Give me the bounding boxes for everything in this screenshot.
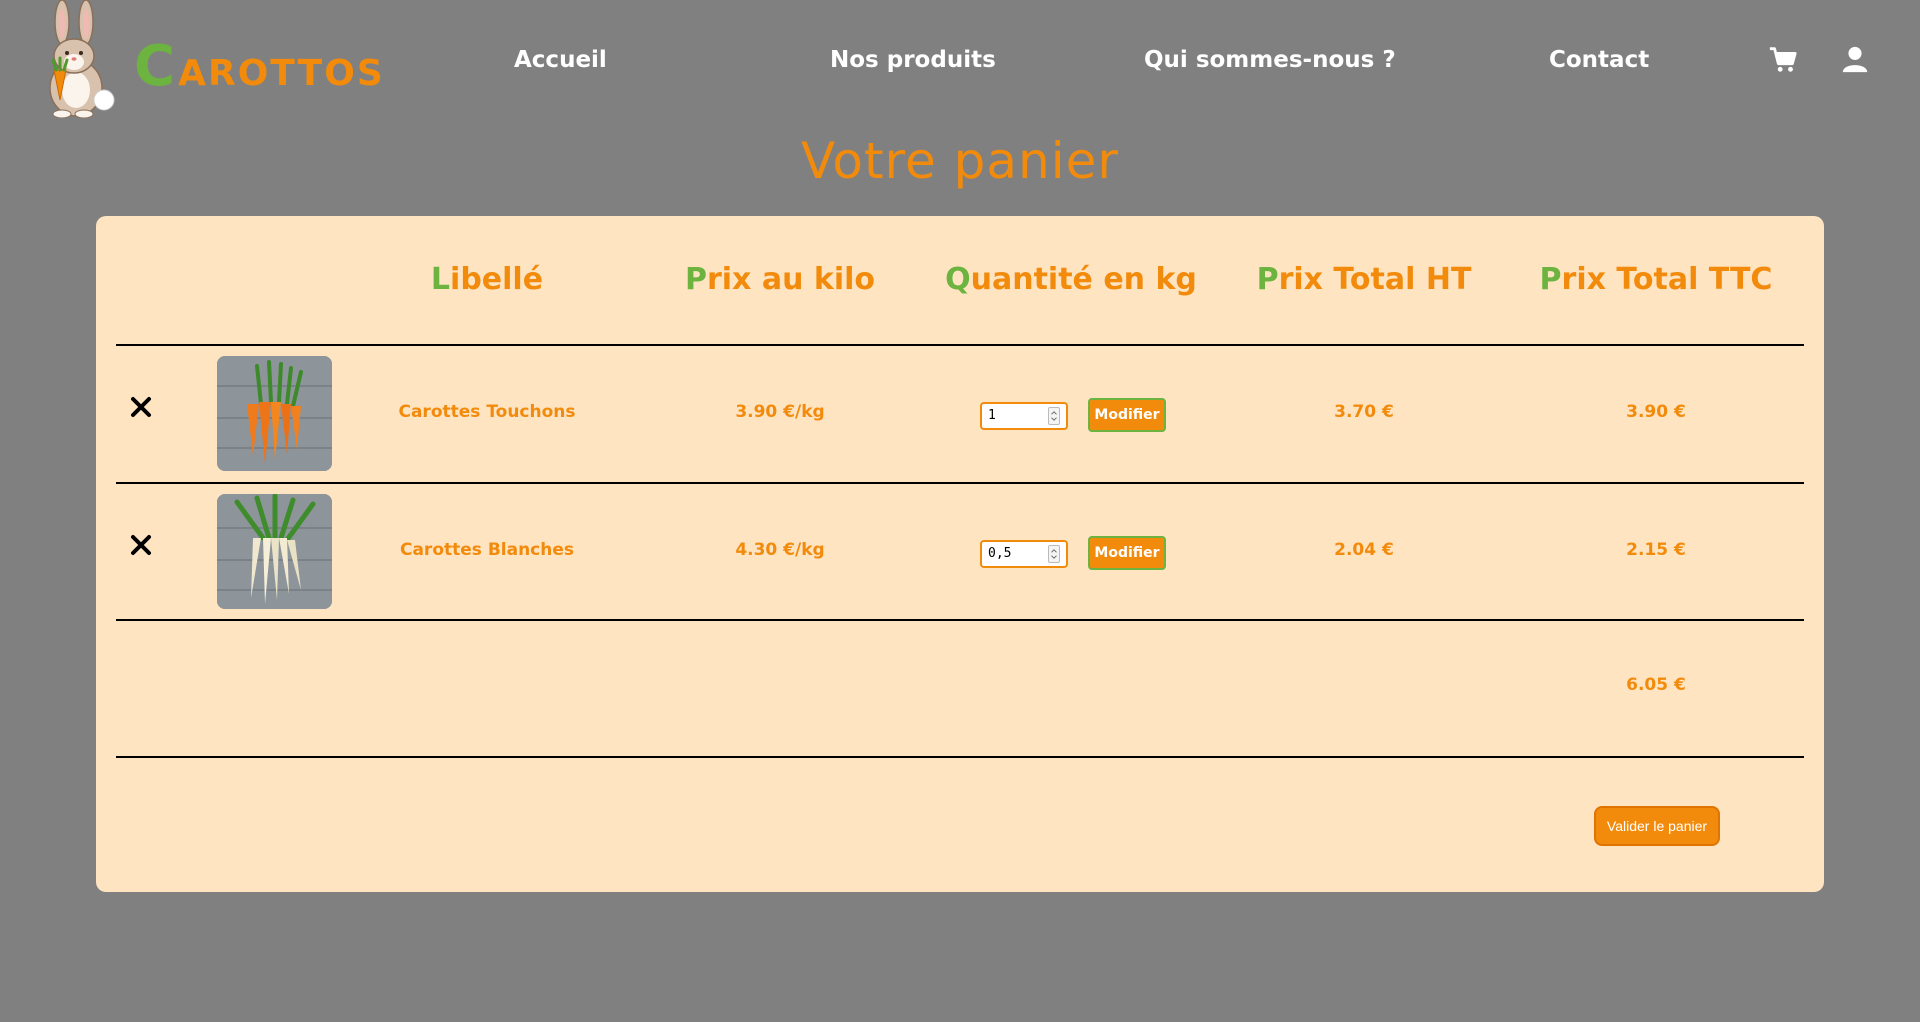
cart-table-header: Libellé Prix au kilo Quantité en kg Prix… bbox=[96, 216, 1824, 346]
price-per-kilo: 4.30 €/kg bbox=[735, 540, 825, 560]
product-image-carottes-touchons bbox=[217, 356, 332, 471]
total-ht: 2.04 € bbox=[1334, 540, 1394, 560]
total-ht: 3.70 € bbox=[1334, 402, 1394, 422]
modify-quantity-button[interactable]: Modifier bbox=[1088, 536, 1166, 570]
page-title: Votre panier bbox=[801, 132, 1119, 190]
nav-link-accueil[interactable]: Accueil bbox=[514, 40, 607, 80]
validate-cart-button[interactable]: Valider le panier bbox=[1594, 806, 1720, 846]
column-header-prix-au-kilo: Prix au kilo bbox=[684, 262, 876, 297]
site-header: CAROTTOS Accueil Nos produits Qui sommes… bbox=[0, 0, 1920, 124]
quantity-input[interactable]: 1 bbox=[980, 402, 1068, 430]
table-row: Carottes Blanches 4.30 €/kg 0,5 Modifier… bbox=[96, 484, 1824, 620]
column-header-libelle: Libellé bbox=[430, 262, 544, 297]
modify-quantity-button[interactable]: Modifier bbox=[1088, 398, 1166, 432]
nav-link-contact[interactable]: Contact bbox=[1549, 40, 1649, 80]
quantity-stepper-icon[interactable] bbox=[1048, 407, 1060, 425]
quantity-value: 0,5 bbox=[988, 546, 1012, 561]
price-per-kilo: 3.90 €/kg bbox=[735, 402, 825, 422]
total-ttc: 3.90 € bbox=[1626, 402, 1686, 422]
shopping-cart-icon[interactable] bbox=[1768, 44, 1798, 74]
product-name: Carottes Blanches bbox=[399, 540, 575, 560]
cart-panel: Libellé Prix au kilo Quantité en kg Prix… bbox=[96, 216, 1824, 892]
product-image-carottes-blanches bbox=[217, 494, 332, 609]
remove-x-icon[interactable] bbox=[130, 396, 152, 418]
quantity-value: 1 bbox=[988, 408, 996, 423]
quantity-stepper-icon[interactable] bbox=[1048, 545, 1060, 563]
column-header-quantite: Quantité en kg bbox=[945, 262, 1197, 297]
brand-logo[interactable]: CAROTTOS bbox=[134, 38, 385, 103]
nav-link-qui-sommes-nous[interactable]: Qui sommes-nous ? bbox=[1144, 40, 1396, 80]
column-header-prix-total-ttc: Prix Total TTC bbox=[1539, 262, 1773, 297]
user-icon[interactable] bbox=[1840, 44, 1870, 74]
column-header-prix-total-ht: Prix Total HT bbox=[1256, 262, 1472, 297]
product-name: Carottes Touchons bbox=[398, 402, 576, 422]
remove-x-icon[interactable] bbox=[130, 534, 152, 556]
table-row: Carottes Touchons 3.90 €/kg 1 Modifier 3… bbox=[96, 346, 1824, 482]
rabbit-mascot-icon[interactable] bbox=[40, 0, 118, 119]
brand-logo-initial: C bbox=[134, 34, 178, 99]
quantity-input[interactable]: 0,5 bbox=[980, 540, 1068, 568]
table-divider bbox=[116, 756, 1804, 758]
grand-total-row: 6.05 € bbox=[96, 621, 1824, 755]
nav-link-produits[interactable]: Nos produits bbox=[830, 40, 996, 80]
total-ttc: 2.15 € bbox=[1626, 540, 1686, 560]
brand-logo-rest: AROTTOS bbox=[178, 53, 385, 94]
grand-total-ttc: 6.05 € bbox=[1626, 675, 1686, 695]
